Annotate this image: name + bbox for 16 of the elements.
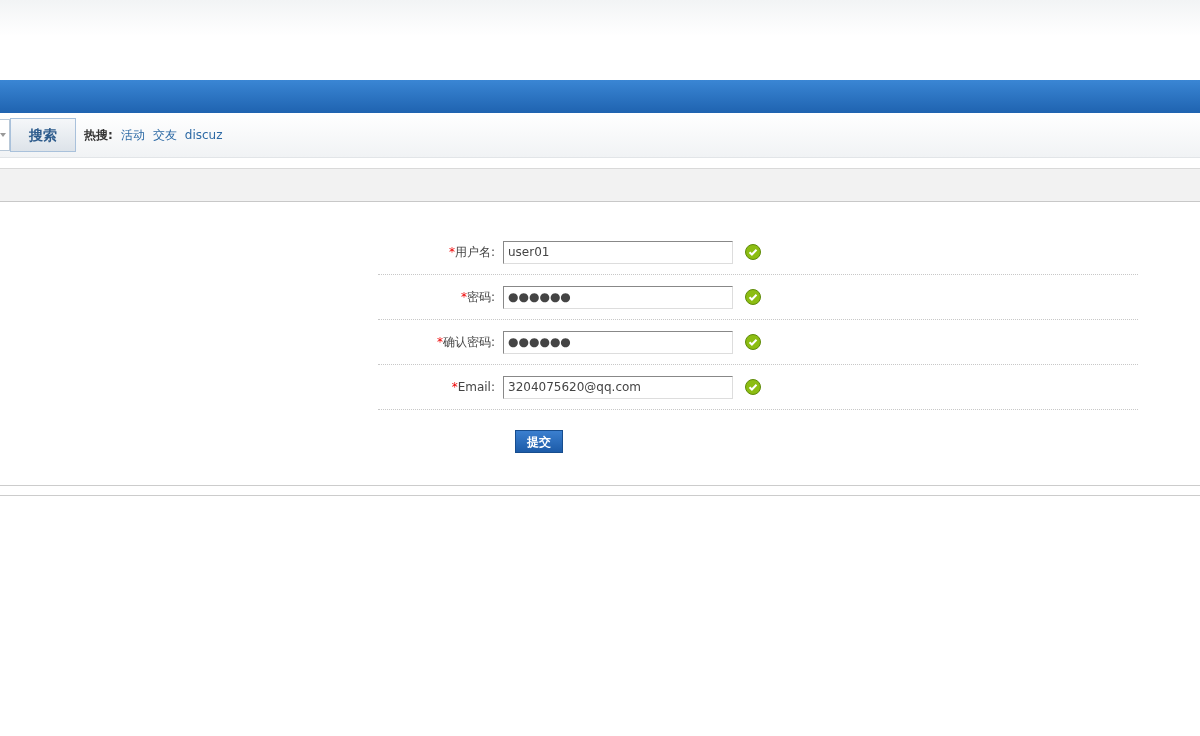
input-field[interactable]: ●●●●●● xyxy=(503,330,733,354)
search-button[interactable]: 搜索 xyxy=(10,118,76,152)
input-field[interactable]: user01 xyxy=(503,240,733,264)
field-label: *Email: xyxy=(450,379,496,396)
submit-button[interactable]: 提交 xyxy=(515,430,563,453)
hot-search-link[interactable]: discuz xyxy=(184,126,223,144)
hot-search-link[interactable]: 交友 xyxy=(152,126,177,144)
field-label: *密码: xyxy=(459,289,496,306)
input-field[interactable]: 3204075620@qq.com xyxy=(503,375,733,399)
hot-search-label: 热搜: xyxy=(84,127,113,144)
field-label: *用户名: xyxy=(447,244,496,261)
hot-search-link[interactable]: 活动 xyxy=(120,126,145,144)
input-field[interactable]: ●●●●●● xyxy=(503,285,733,309)
search-type-select[interactable] xyxy=(0,119,10,151)
field-label: *确认密码: xyxy=(435,334,496,351)
caret-icon xyxy=(0,133,6,137)
